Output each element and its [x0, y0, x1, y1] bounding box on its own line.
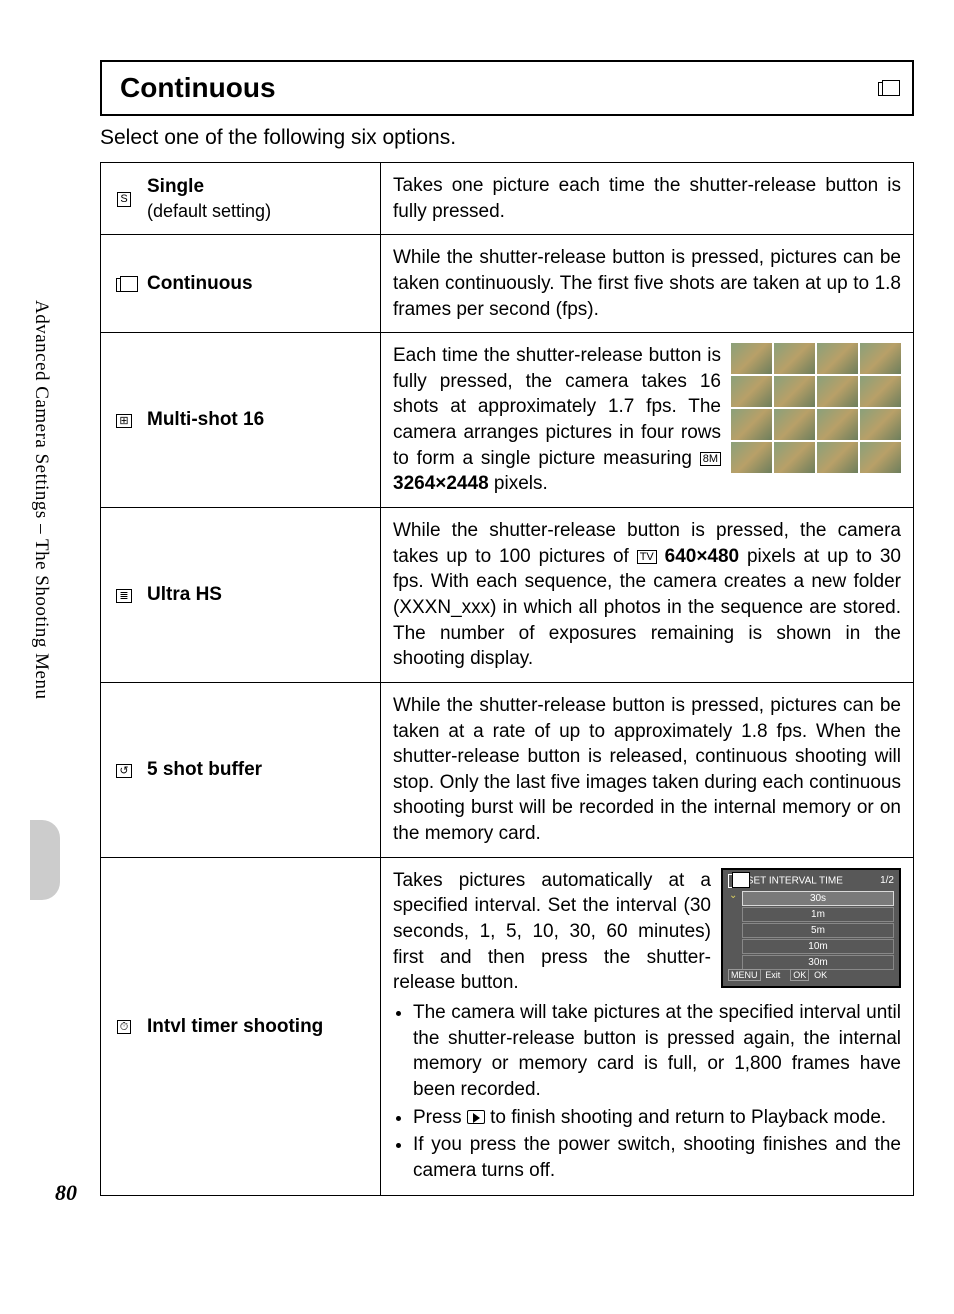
mode-label-continuous: Continuous: [101, 235, 381, 333]
interval-icon: ⏱: [113, 1017, 135, 1036]
mode-label-ultrahs: ≣ Ultra HS: [101, 508, 381, 683]
mode-sublabel: (default setting): [147, 199, 271, 223]
table-row: ⊞ Multi-shot 16 Each time the shutter-re…: [101, 333, 914, 508]
ultrahs-icon: ≣: [113, 586, 135, 605]
table-row: S Single (default setting) Takes one pic…: [101, 163, 914, 235]
caret-icon: ⌄: [729, 889, 737, 903]
size-icon: 8M: [700, 452, 721, 466]
side-thumb-tab: [30, 820, 60, 900]
lcd-preview: SET INTERVAL TIME 1/2 ⌄ 30s 1m 5m 10m 30…: [721, 868, 901, 988]
table-row: Continuous While the shutter-release but…: [101, 235, 914, 333]
mode-name: Continuous: [147, 271, 253, 297]
mode-label-interval: ⏱ Intvl timer shooting: [101, 857, 381, 1196]
mode-name: Multi-shot 16: [147, 407, 264, 433]
single-icon: S: [113, 189, 135, 208]
mode-label-single: S Single (default setting): [101, 163, 381, 235]
multishot-preview: [731, 343, 901, 473]
interval-bullets: The camera will take pictures at the spe…: [393, 1000, 901, 1183]
mode-desc-continuous: While the shutter-release button is pres…: [381, 235, 914, 333]
page-number: 80: [55, 1180, 77, 1206]
continuous-mode-icon: [113, 274, 135, 293]
mode-name: Intvl timer shooting: [147, 1014, 323, 1040]
table-row: ⏱ Intvl timer shooting Takes pictures au…: [101, 857, 914, 1196]
options-table: S Single (default setting) Takes one pic…: [100, 162, 914, 1196]
mode-desc-ultrahs: While the shutter-release button is pres…: [381, 508, 914, 683]
mode-label-multishot: ⊞ Multi-shot 16: [101, 333, 381, 508]
mode-desc-fiveshot: While the shutter-release button is pres…: [381, 682, 914, 857]
mode-desc-multishot: Each time the shutter-release button is …: [381, 333, 914, 508]
continuous-icon: [878, 75, 894, 101]
section-title: Continuous: [120, 72, 276, 104]
mode-name: Single: [147, 174, 271, 200]
mode-name: 5 shot buffer: [147, 757, 262, 783]
intro-text: Select one of the following six options.: [100, 126, 914, 150]
table-row: ↺ 5 shot buffer While the shutter-releas…: [101, 682, 914, 857]
section-side-label: Advanced Camera Settings – The Shooting …: [30, 300, 52, 699]
mode-name: Ultra HS: [147, 582, 222, 608]
table-row: ≣ Ultra HS While the shutter-release but…: [101, 508, 914, 683]
mode-desc-single: Takes one picture each time the shutter-…: [381, 163, 914, 235]
section-title-box: Continuous: [100, 60, 914, 116]
fiveshot-icon: ↺: [113, 760, 135, 779]
playback-icon: [467, 1110, 485, 1124]
tv-icon: TV: [637, 550, 657, 564]
multishot-icon: ⊞: [113, 411, 135, 430]
mode-label-fiveshot: ↺ 5 shot buffer: [101, 682, 381, 857]
mode-desc-interval: Takes pictures automatically at a specif…: [381, 857, 914, 1196]
